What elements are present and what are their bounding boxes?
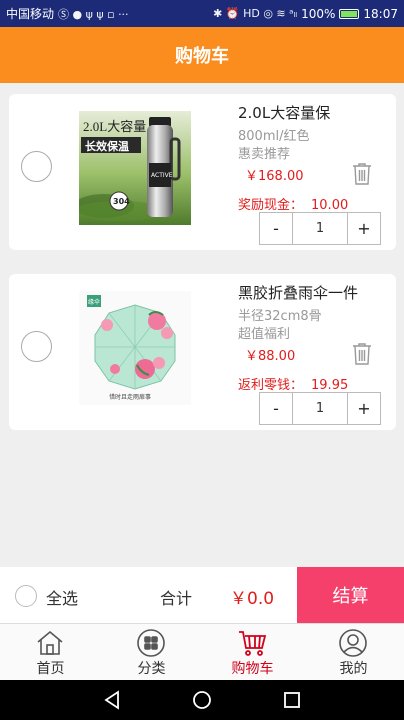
page-title: 购物车 [175,46,229,67]
item-select-checkbox[interactable] [21,331,52,362]
battery-icon [339,8,360,19]
item-title[interactable]: 黑胶折叠雨伞一件 [238,282,358,303]
item-price: ￥168.00 [245,169,304,184]
home-icon [37,630,63,655]
clock: 18:07 [363,6,398,21]
profile-icon [339,629,367,657]
item-reward: 返利零钱： 19.95 [238,374,348,393]
tab-label: 首页 [36,661,65,677]
image-caption: 惜时且走雨扉事 [109,393,151,401]
item-spec: 半径32cm8骨 [238,309,322,324]
item-promo: 惠卖推荐 [238,147,291,162]
quantity-stepper: - 1 + [259,392,381,425]
status-bar: 中国移动 Ⓢ ● ψ ψ ▫ ··· ✱ ⏰ HD ◎ ≋ ᵃₗₗ 100% 1… [0,0,404,27]
quantity-stepper: - 1 + [259,212,381,245]
item-select-checkbox[interactable] [21,151,52,182]
quantity-decrease-button[interactable]: - [260,393,293,424]
quantity-decrease-button[interactable]: - [260,213,293,244]
image-brand: 缘伞 [88,298,100,306]
recents-icon[interactable] [280,688,304,712]
reward-label: 奖励现金： [238,198,304,213]
tab-label: 我的 [339,661,368,677]
checkout-button[interactable]: 结算 [297,567,404,623]
cart-item: 缘伞 惜时且走雨扉事 黑胶折叠雨伞一件 半径32cm8骨 超值福利 ￥88.00… [9,274,396,430]
tab-label: 分类 [137,661,166,677]
total-value: ￥0.0 [230,589,275,609]
status-right: ✱ ⏰ HD ◎ ≋ ᵃₗₗ 100% 18:07 [213,7,398,21]
item-price: ￥88.00 [245,349,296,364]
item-title[interactable]: 2.0L大容量保 [238,102,330,123]
product-image-umbrella[interactable]: 缘伞 惜时且走雨扉事 [79,291,191,405]
image-caption-2: 长效保温 [85,139,129,153]
item-reward: 奖励现金： 10.00 [238,194,348,213]
image-caption: 2.0L大容量 [83,119,146,134]
reward-label: 返利零钱： [238,378,304,393]
tab-cart[interactable]: 购物车 [202,624,303,680]
checkout-bar: 全选 合计 ￥0.0 结算 [0,567,404,623]
item-promo: 超值福利 [238,327,291,342]
quantity-value[interactable]: 1 [293,221,347,236]
home-circle-icon[interactable] [190,688,214,712]
svg-text:ACTIVE: ACTIVE [151,172,173,179]
total-label: 合计 [160,589,193,608]
trash-icon[interactable] [351,162,373,186]
tab-profile[interactable]: 我的 [303,624,404,680]
image-badge: 304 [113,197,130,206]
quantity-value[interactable]: 1 [293,401,347,416]
cart-icon [239,631,267,656]
page-header: 购物车 [0,27,404,83]
tab-category[interactable]: 分类 [101,624,202,680]
tab-home[interactable]: 首页 [0,624,101,680]
carrier-label: 中国移动 [6,7,55,21]
back-icon[interactable] [100,688,124,712]
notification-icons: Ⓢ ● ψ ψ ▫ ··· [58,7,129,21]
category-icon [137,629,165,657]
battery-percent: 100% [301,6,336,21]
reward-value: 10.00 [311,198,349,213]
item-spec: 800ml/红色 [238,129,310,144]
select-all-checkbox[interactable] [15,585,37,607]
quantity-increase-button[interactable]: + [347,393,380,424]
system-nav-bar [0,680,404,720]
reward-value: 19.95 [311,378,349,393]
select-all-label[interactable]: 全选 [46,585,78,609]
cart-item: 2.0L大容量 长效保温 ACTIVE 304 2.0L大容量保 800ml/红… [9,94,396,250]
status-left: 中国移动 Ⓢ ● ψ ψ ▫ ··· [6,5,129,22]
bluetooth-alarm-wifi-signal-icons: ✱ ⏰ HD ◎ ≋ ᵃₗₗ [213,7,298,20]
tab-label: 购物车 [231,661,274,677]
trash-icon[interactable] [351,342,373,366]
bottom-tab-bar: 首页 分类 购物车 我的 [0,623,404,680]
quantity-increase-button[interactable]: + [347,213,380,244]
product-image-thermos[interactable]: 2.0L大容量 长效保温 ACTIVE 304 [79,111,191,225]
